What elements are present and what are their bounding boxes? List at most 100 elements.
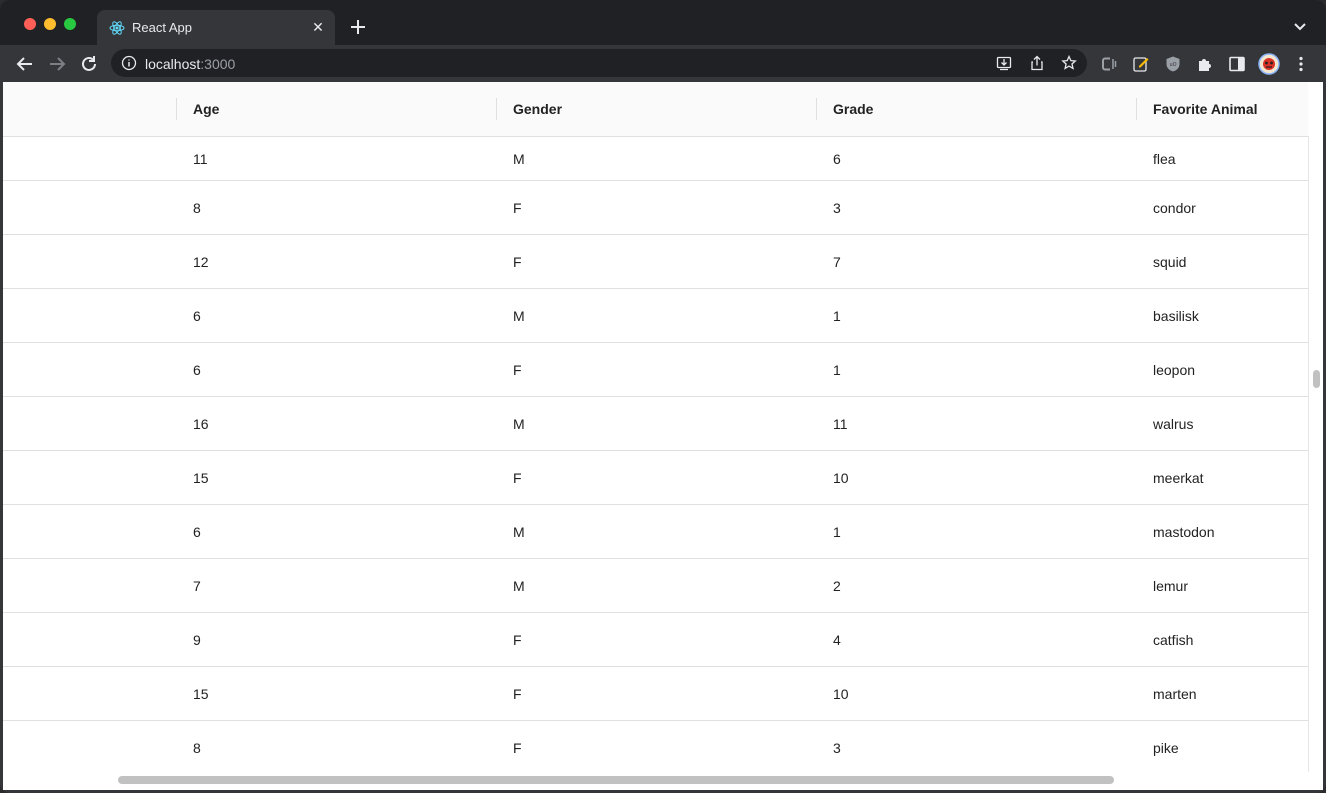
gender-cell: M (513, 307, 525, 324)
favorite-animal-cell: lemur (1153, 577, 1189, 594)
age-cell: 11 (193, 150, 208, 167)
gender-cell: M (513, 577, 525, 594)
url-port: :3000 (200, 56, 236, 72)
forward-arrow-icon[interactable] (47, 54, 67, 74)
url-host: localhost (145, 56, 201, 72)
extensions-puzzle-icon[interactable] (1196, 55, 1214, 73)
table-row[interactable]: 11 M 6 flea (3, 137, 1308, 181)
age-cell: 12 (193, 253, 209, 270)
gender-cell: F (513, 253, 522, 270)
grade-cell: 1 (833, 307, 841, 324)
table-row[interactable]: 9 F 4 catfish (3, 613, 1308, 667)
reload-icon[interactable] (79, 54, 99, 74)
bookmark-star-icon[interactable] (1061, 55, 1077, 71)
grade-cell: 11 (833, 415, 848, 432)
gender-cell: M (513, 415, 525, 432)
column-header-favorite-animal[interactable]: Favorite Animal (1153, 82, 1258, 136)
table-row[interactable]: 15 F 10 meerkat (3, 451, 1308, 505)
data-grid: Age Gender Grade Favorite Animal 11 M 6 … (3, 82, 1308, 772)
age-cell: 9 (193, 631, 201, 648)
table-row[interactable]: 8 F 3 condor (3, 181, 1308, 235)
grade-cell: 3 (833, 739, 841, 756)
new-tab-icon[interactable] (348, 17, 368, 37)
gender-cell: F (513, 361, 522, 378)
age-cell: 15 (193, 685, 209, 702)
table-row[interactable]: 6 F 1 leopon (3, 343, 1308, 397)
ublock-shield-icon[interactable]: uO (1164, 55, 1182, 73)
column-separator[interactable] (496, 98, 497, 120)
column-separator[interactable] (816, 98, 817, 120)
back-arrow-icon[interactable] (15, 54, 35, 74)
column-header-age[interactable]: Age (193, 82, 219, 136)
favorite-animal-cell: pike (1153, 739, 1179, 756)
favorite-animal-cell: walrus (1153, 415, 1194, 432)
age-cell: 8 (193, 199, 201, 216)
age-cell: 6 (193, 307, 201, 324)
more-menu-icon[interactable] (1292, 55, 1310, 73)
url-text: localhost:3000 (145, 56, 235, 72)
address-bar[interactable]: localhost:3000 (111, 49, 1087, 77)
table-row[interactable]: 6 M 1 mastodon (3, 505, 1308, 559)
table-row[interactable]: 15 F 10 marten (3, 667, 1308, 721)
vertical-scrollbar[interactable] (1308, 136, 1323, 772)
svg-text:uO: uO (1169, 62, 1176, 68)
age-cell: 7 (193, 577, 201, 594)
table-header: Age Gender Grade Favorite Animal (3, 82, 1308, 137)
grade-cell: 10 (833, 685, 849, 702)
gender-cell: F (513, 685, 522, 702)
favorite-animal-cell: catfish (1153, 631, 1194, 648)
age-cell: 15 (193, 469, 209, 486)
gender-cell: M (513, 523, 525, 540)
gender-cell: F (513, 199, 522, 216)
chevron-down-icon[interactable] (1292, 19, 1308, 35)
table-row[interactable]: 12 F 7 squid (3, 235, 1308, 289)
table-row[interactable]: 8 F 3 pike (3, 721, 1308, 772)
column-header-grade[interactable]: Grade (833, 82, 873, 136)
favorite-animal-cell: flea (1153, 150, 1176, 167)
table-row[interactable]: 6 M 1 basilisk (3, 289, 1308, 343)
column-header-gender[interactable]: Gender (513, 82, 562, 136)
age-cell: 8 (193, 739, 201, 756)
grade-cell: 1 (833, 361, 841, 378)
gender-cell: F (513, 469, 522, 486)
minimize-window-button[interactable] (44, 18, 56, 30)
table-row[interactable]: 7 M 2 lemur (3, 559, 1308, 613)
favorite-animal-cell: basilisk (1153, 307, 1199, 324)
favorite-animal-cell: condor (1153, 199, 1196, 216)
profile-avatar[interactable] (1258, 53, 1280, 75)
gender-cell: M (513, 150, 525, 167)
browser-toolbar: localhost:3000 uO (0, 45, 1326, 82)
gender-cell: F (513, 739, 522, 756)
grade-cell: 2 (833, 577, 841, 594)
favorite-animal-cell: squid (1153, 253, 1187, 270)
side-panel-icon[interactable] (1228, 55, 1246, 73)
maximize-window-button[interactable] (64, 18, 76, 30)
horizontal-scrollbar-thumb[interactable] (118, 776, 1114, 784)
column-separator[interactable] (1136, 98, 1137, 120)
grade-cell: 1 (833, 523, 841, 540)
age-cell: 16 (193, 415, 209, 432)
share-icon[interactable] (1029, 55, 1045, 71)
grade-cell: 10 (833, 469, 849, 486)
table-body: 11 M 6 flea 8 F 3 condor 12 F 7 squid 6 … (3, 137, 1308, 772)
favorite-animal-cell: meerkat (1153, 469, 1204, 486)
info-icon[interactable] (121, 55, 137, 71)
grade-cell: 4 (833, 631, 841, 648)
page-content: Age Gender Grade Favorite Animal 11 M 6 … (3, 82, 1323, 790)
browser-window: React App ✕ localhost:3000 uO Age Gender… (0, 0, 1326, 793)
tab-title: React App (132, 20, 192, 35)
grade-cell: 6 (833, 150, 841, 167)
column-separator[interactable] (176, 98, 177, 120)
gender-cell: F (513, 631, 522, 648)
notes-extension-icon[interactable] (1132, 55, 1150, 73)
extension-c-icon[interactable] (1100, 55, 1118, 73)
active-tab[interactable]: React App ✕ (97, 10, 335, 45)
close-tab-icon[interactable]: ✕ (309, 18, 327, 36)
favorite-animal-cell: mastodon (1153, 523, 1215, 540)
vertical-scrollbar-thumb[interactable] (1313, 370, 1320, 388)
table-row[interactable]: 16 M 11 walrus (3, 397, 1308, 451)
grade-cell: 7 (833, 253, 841, 270)
install-app-icon[interactable] (996, 55, 1012, 71)
grade-cell: 3 (833, 199, 841, 216)
close-window-button[interactable] (24, 18, 36, 30)
